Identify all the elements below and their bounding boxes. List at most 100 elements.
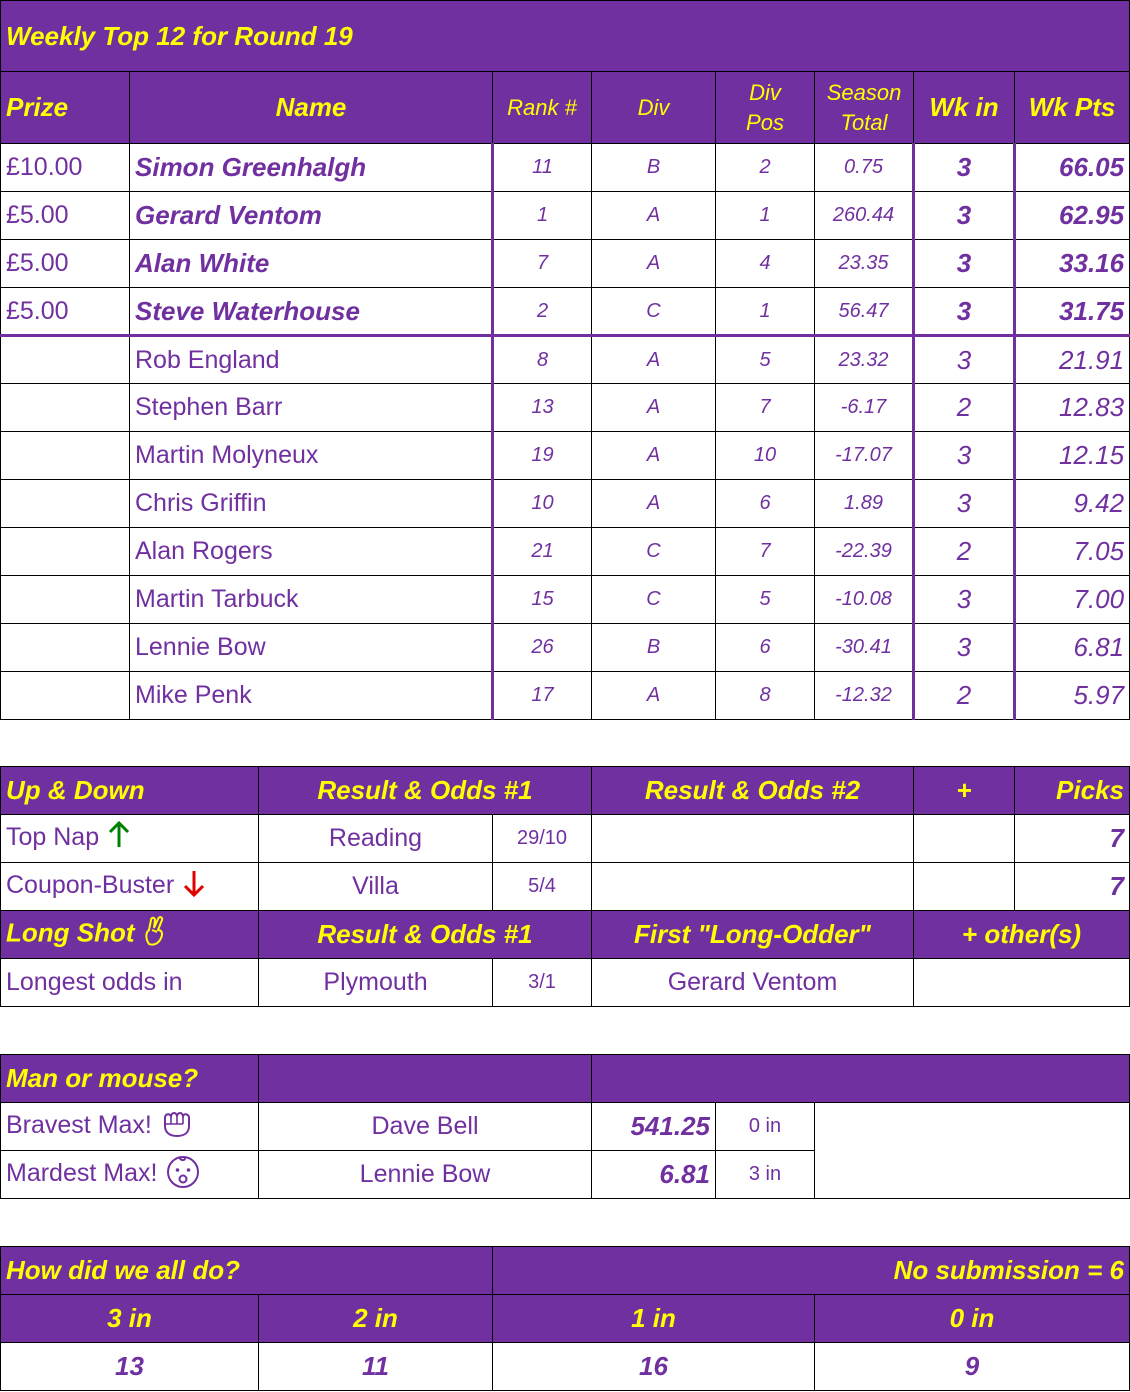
summary-value-3in: 13 <box>0 1342 259 1391</box>
prize-cell: £10.00 <box>0 143 130 192</box>
season-total-cell: -6.17 <box>814 383 915 432</box>
wk-in-cell: 2 <box>913 383 1016 432</box>
baby-face-icon <box>165 1153 201 1196</box>
player-name: Chris Griffin <box>129 479 494 528</box>
div-pos-cell: 6 <box>715 479 815 528</box>
wk-pts-cell: 31.75 <box>1013 287 1130 337</box>
longshot-team: Plymouth <box>258 958 493 1007</box>
player-name: Rob England <box>129 335 494 384</box>
coupon-buster-team: Villa <box>258 862 493 911</box>
header-prize: Prize <box>0 71 130 144</box>
season-total-cell: 23.35 <box>814 239 915 288</box>
summary-value-2in: 11 <box>258 1342 493 1391</box>
table-row: £5.00 Gerard Ventom 1 A 1 260.44 3 62.95 <box>0 191 1130 240</box>
header-rank: Rank # <box>492 71 592 144</box>
top12-rows: £10.00 Simon Greenhalgh 11 B 2 0.75 3 66.05 £5.0… <box>0 143 1130 720</box>
season-total-cell: 0.75 <box>814 143 915 192</box>
updown-header-plus: + <box>913 766 1015 815</box>
header-wk-in: Wk in <box>913 71 1015 144</box>
wk-in-cell: 2 <box>913 527 1016 576</box>
weekly-top12-table: Weekly Top 12 for Round 19 Prize Name Ra… <box>0 0 1130 720</box>
header-name: Name <box>129 71 493 144</box>
top-nap-result2 <box>591 814 914 863</box>
div-cell: A <box>591 479 716 528</box>
table-row: Chris Griffin 10 A 6 1.89 3 9.42 <box>0 479 1130 528</box>
prize-cell <box>0 335 130 384</box>
longshot-others <box>913 958 1130 1007</box>
manmouse-blank <box>813 1102 1130 1199</box>
div-pos-cell: 5 <box>715 575 815 624</box>
longshot-odds: 3/1 <box>492 958 592 1007</box>
season-total-cell: 260.44 <box>814 191 915 240</box>
div-cell: B <box>591 143 716 192</box>
rank-cell: 15 <box>492 575 592 624</box>
updown-header-picks: Picks <box>1014 766 1130 815</box>
wk-pts-cell: 5.97 <box>1013 671 1130 720</box>
div-cell: C <box>591 287 716 337</box>
wk-in-cell: 2 <box>913 671 1016 720</box>
mardest-name: Lennie Bow <box>258 1150 592 1199</box>
header-div-pos: Div Pos <box>715 71 815 144</box>
table-row: Stephen Barr 13 A 7 -6.17 2 12.83 <box>0 383 1130 432</box>
prize-cell <box>0 479 130 528</box>
coupon-buster-picks: 7 <box>1014 862 1130 911</box>
bravest-in: 0 in <box>715 1102 815 1151</box>
rank-cell: 10 <box>492 479 592 528</box>
table-row: Martin Tarbuck 15 C 5 -10.08 3 7.00 <box>0 575 1130 624</box>
div-cell: B <box>591 623 716 672</box>
coupon-buster-odds: 5/4 <box>492 862 592 911</box>
top-nap-label: Top Nap <box>6 823 100 852</box>
player-name: Martin Molyneux <box>129 431 494 480</box>
updown-header-result2: Result & Odds #2 <box>591 766 914 815</box>
top-nap-team: Reading <box>258 814 493 863</box>
header-div-pos-line1: Div <box>749 79 781 105</box>
rank-cell: 7 <box>492 239 592 288</box>
coupon-buster-result2 <box>591 862 914 911</box>
div-pos-cell: 7 <box>715 383 815 432</box>
rank-cell: 2 <box>492 287 592 337</box>
header-season-line2: Total <box>840 109 888 135</box>
player-name: Stephen Barr <box>129 383 494 432</box>
summary-header-3in: 3 in <box>0 1294 259 1343</box>
prize-cell <box>0 671 130 720</box>
coupon-buster-cell: Coupon-Buster <box>0 862 259 911</box>
rank-cell: 1 <box>492 191 592 240</box>
wk-pts-cell: 66.05 <box>1013 143 1130 192</box>
div-cell: A <box>591 239 716 288</box>
player-name: Gerard Ventom <box>129 191 494 240</box>
header-div-pos-line2: Pos <box>746 109 784 135</box>
wk-in-cell: 3 <box>913 335 1016 384</box>
wk-in-cell: 3 <box>913 143 1016 192</box>
wk-in-cell: 3 <box>913 287 1016 337</box>
prize-cell: £5.00 <box>0 239 130 288</box>
wk-in-cell: 3 <box>913 431 1016 480</box>
div-pos-cell: 6 <box>715 623 815 672</box>
top-nap-plus <box>913 814 1015 863</box>
div-cell: A <box>591 431 716 480</box>
season-total-cell: -22.39 <box>814 527 915 576</box>
wk-pts-cell: 12.15 <box>1013 431 1130 480</box>
div-pos-cell: 5 <box>715 335 815 384</box>
div-cell: C <box>591 527 716 576</box>
rank-cell: 21 <box>492 527 592 576</box>
wk-pts-cell: 21.91 <box>1013 335 1130 384</box>
wk-in-cell: 3 <box>913 239 1016 288</box>
mardest-cell: Mardest Max! <box>0 1150 259 1199</box>
div-cell: A <box>591 335 716 384</box>
longshot-header-others: + other(s) <box>913 910 1130 959</box>
up-down-table: Up & Down Result & Odds #1 Result & Odds… <box>0 766 1130 1007</box>
header-season-line1: Season <box>826 79 902 105</box>
longshot-header-result1: Result & Odds #1 <box>258 910 592 959</box>
how-did-we-do-table: How did we all do? No submission = 6 3 i… <box>0 1246 1130 1391</box>
wk-in-cell: 3 <box>913 623 1016 672</box>
prize-cell: £5.00 <box>0 191 130 240</box>
table-row: Martin Molyneux 19 A 10 -17.07 3 12.15 <box>0 431 1130 480</box>
arrow-down-icon <box>182 869 206 904</box>
summary-title: How did we all do? <box>0 1246 493 1295</box>
top12-title: Weekly Top 12 for Round 19 <box>0 0 1130 72</box>
wk-pts-cell: 6.81 <box>1013 623 1130 672</box>
season-total-cell: 56.47 <box>814 287 915 337</box>
manmouse-title: Man or mouse? <box>0 1054 259 1103</box>
bravest-label: Bravest Max! <box>6 1111 152 1140</box>
bravest-value: 541.25 <box>591 1102 716 1151</box>
